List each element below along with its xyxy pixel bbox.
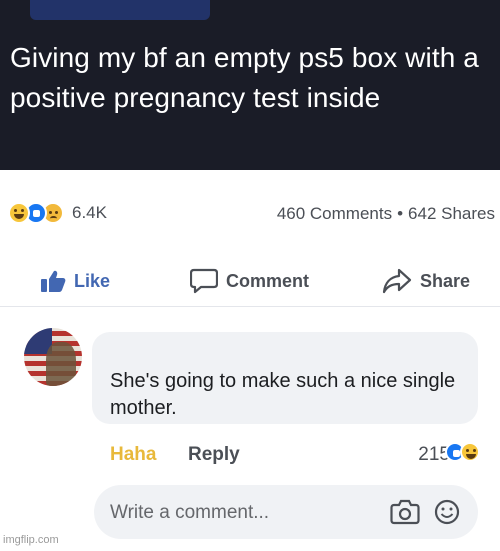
post-header: Giving my bf an empty ps5 box with a pos… (0, 0, 500, 170)
comment-actions: Haha Reply 215 (110, 440, 480, 470)
share-button[interactable]: Share (382, 267, 470, 295)
like-button[interactable]: Like (40, 267, 110, 295)
post-action-bar: Like Comment Share (0, 255, 500, 307)
thumbs-up-icon (41, 270, 66, 292)
comment-bubble: She's going to make such a nice single m… (92, 332, 478, 424)
separator-dot: • (397, 204, 404, 223)
comment-button[interactable]: Comment (190, 267, 309, 295)
reaction-summary[interactable]: 6.4K (8, 200, 107, 226)
cropped-header-strip (30, 0, 210, 20)
engagement-counts: 460 Comments • 642 Shares (277, 204, 495, 224)
post-text: Giving my bf an empty ps5 box with a pos… (10, 42, 479, 113)
like-label: Like (74, 270, 111, 291)
commenter-avatar[interactable] (24, 328, 82, 386)
comment-haha-button[interactable]: Haha (110, 444, 156, 466)
comment-label: Comment (226, 270, 310, 291)
watermark: imgflip.com (3, 534, 59, 546)
post-stats: 6.4K 460 Comments • 642 Shares (0, 192, 500, 236)
comment-text: She's going to make such a nice single m… (110, 370, 456, 419)
comment-reply-button[interactable]: Reply (188, 444, 240, 466)
reaction-count: 6.4K (72, 203, 107, 222)
comment-input[interactable] (110, 499, 380, 527)
share-label: Share (420, 270, 471, 291)
haha-icon (8, 202, 30, 224)
comment-composer[interactable] (94, 485, 478, 539)
shares-count-link[interactable]: 642 Shares (408, 204, 495, 223)
comment-bubble-icon (190, 268, 218, 294)
comments-count-link[interactable]: 460 Comments (277, 204, 392, 223)
haha-icon (460, 442, 480, 462)
smiley-icon[interactable] (434, 499, 460, 530)
comment-item: She's going to make such a nice single m… (0, 320, 500, 480)
share-arrow-icon (382, 268, 412, 294)
camera-icon[interactable] (390, 499, 420, 530)
comment-reaction-icons (445, 442, 480, 462)
